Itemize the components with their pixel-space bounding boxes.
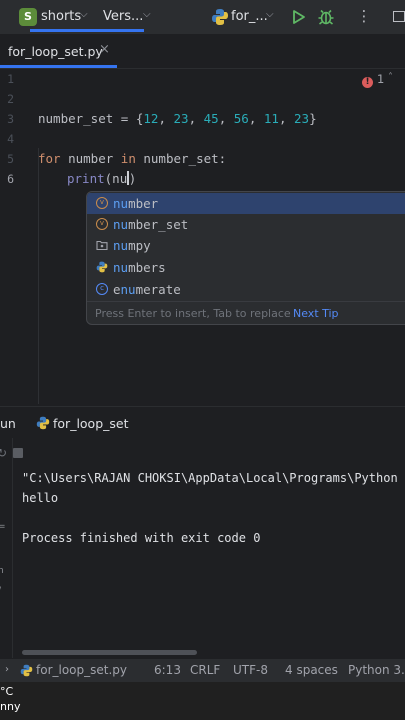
completion-item[interactable]: numbers [87, 257, 405, 278]
chevron-right-icon[interactable]: › [5, 664, 9, 675]
variable-icon: v [96, 197, 108, 209]
chevron-up-icon[interactable]: ˄ [388, 72, 393, 83]
completion-footer: Press Enter to insert, Tab to replace Ne… [87, 301, 405, 324]
line-separator[interactable]: CRLF [190, 663, 220, 677]
caret-position[interactable]: 6:13 [154, 663, 181, 677]
soft-wrap-icon[interactable]: = [0, 522, 6, 532]
line-number: 2 [7, 92, 14, 106]
completion-item[interactable]: v number [87, 193, 405, 214]
run-tool-window-header: un for_loop_set [0, 406, 405, 439]
print-icon[interactable]: n [0, 566, 4, 576]
os-taskbar: °C nny [0, 682, 405, 720]
python-interpreter[interactable]: Python 3.1 [348, 663, 405, 677]
active-tab-indicator [0, 65, 117, 68]
console-line: Process finished with exit code 0 [22, 531, 261, 545]
indent-setting[interactable]: 4 spaces [285, 663, 338, 677]
chevron-down-icon[interactable]: ⌵ [143, 9, 151, 20]
package-folder-icon [96, 240, 108, 251]
error-count: 1 [377, 72, 385, 86]
completion-hint: Press Enter to insert, Tab to replace [95, 307, 291, 320]
console-line: "C:\Users\RAJAN CHOKSI\AppData\Local\Pro… [22, 471, 398, 485]
breadcrumb-file[interactable]: for_loop_set.py [36, 663, 127, 677]
indent-guide [38, 148, 39, 404]
console-line: hello [22, 491, 59, 505]
code-completion-popup: v number v number_set numpy numbers c en… [86, 191, 405, 325]
code-line-5[interactable]: for number in number_set: [38, 151, 226, 166]
code-line-3[interactable]: number_set = {12, 23, 45, 56, 11, 23} [38, 111, 317, 126]
more-actions-icon[interactable]: ⋮ [354, 6, 374, 26]
python-icon [212, 9, 228, 25]
editor-tabs: for_loop_set.py × [0, 34, 405, 69]
line-number: 6 [7, 172, 14, 186]
chevron-down-icon[interactable]: ⌵ [266, 9, 274, 20]
inspection-widget[interactable]: ! 1 [362, 72, 384, 88]
enum-icon: c [96, 283, 108, 295]
python-icon [36, 416, 50, 430]
vcs-widget[interactable]: Vers... [103, 9, 143, 24]
completion-item[interactable]: c enumerate [87, 279, 405, 300]
completion-item[interactable]: numpy [87, 235, 405, 256]
project-name[interactable]: shorts [41, 9, 81, 24]
python-icon [20, 664, 33, 677]
run-config-selector[interactable]: for_... [231, 9, 268, 24]
next-tip-link[interactable]: Next Tip [293, 307, 339, 320]
file-encoding[interactable]: UTF-8 [233, 663, 268, 677]
stop-icon[interactable] [13, 448, 23, 458]
run-sidebar: ↻ = n / [0, 438, 13, 660]
active-tab-indicator [30, 29, 144, 32]
weather-temperature[interactable]: °C [0, 685, 13, 698]
code-line-6[interactable]: print(nu) [67, 171, 136, 186]
line-number: 3 [7, 112, 14, 126]
python-module-icon [96, 261, 108, 273]
horizontal-scrollbar[interactable] [22, 650, 197, 655]
line-number: 5 [7, 152, 14, 166]
window-control-icon[interactable] [393, 11, 405, 22]
tab-label: for_loop_set.py [8, 44, 103, 59]
error-icon: ! [362, 77, 373, 88]
tab-run-for-loop-set[interactable]: for_loop_set [30, 407, 144, 439]
clear-icon[interactable]: / [0, 586, 1, 596]
line-number: 4 [7, 132, 14, 146]
run-icon[interactable] [289, 8, 307, 26]
project-badge[interactable]: S [19, 8, 37, 26]
status-bar: › for_loop_set.py 6:13 CRLF UTF-8 4 spac… [0, 658, 405, 683]
completion-item[interactable]: v number_set [87, 214, 405, 235]
debug-icon[interactable] [316, 7, 336, 27]
run-window-title: un [0, 416, 16, 431]
tab-for-loop-set[interactable]: for_loop_set.py × [0, 34, 117, 68]
close-icon[interactable]: × [99, 42, 110, 57]
weather-description[interactable]: nny [0, 700, 20, 713]
rerun-icon[interactable]: ↻ [0, 446, 7, 460]
run-tab-label: for_loop_set [53, 416, 129, 431]
chevron-down-icon[interactable]: ⌵ [80, 9, 88, 20]
line-number: 1 [7, 72, 14, 86]
variable-icon: v [96, 218, 108, 230]
